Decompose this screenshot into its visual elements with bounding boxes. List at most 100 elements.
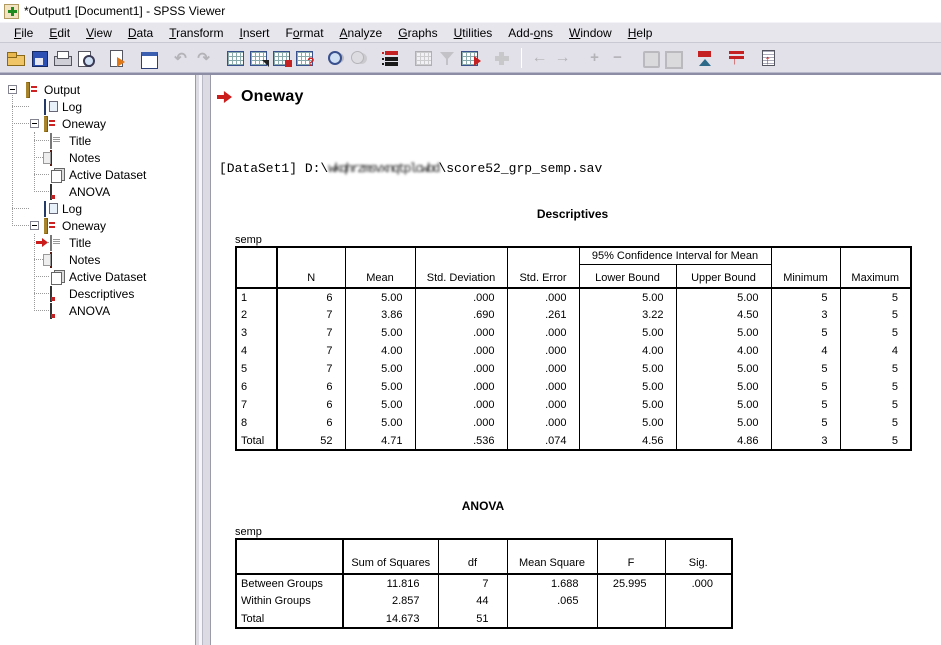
- menu-bar: FileEditViewDataTransformInsertFormatAna…: [0, 22, 941, 43]
- cell-value: 51: [438, 610, 507, 628]
- column-header: Lower Bound: [579, 264, 676, 288]
- outline-item-active-dataset[interactable]: Active Dataset: [0, 166, 195, 183]
- cell-value: 5.00: [676, 324, 771, 342]
- menu-insert[interactable]: Insert: [231, 24, 277, 42]
- goto-case-button[interactable]: [270, 47, 293, 69]
- menu-window[interactable]: Window: [561, 24, 620, 42]
- row-label: 7: [236, 396, 277, 414]
- outline-item-oneway[interactable]: Oneway: [0, 115, 195, 132]
- menu-view[interactable]: View: [78, 24, 120, 42]
- cell-value: 3: [771, 432, 840, 450]
- table-row: 273.86.690.2613.224.5035: [236, 306, 911, 324]
- cell-value: .000: [415, 288, 507, 306]
- descriptives-table[interactable]: NMeanStd. DeviationStd. Error95% Confide…: [235, 246, 912, 451]
- cell-value: 5.00: [676, 360, 771, 378]
- cell-value: 5: [840, 432, 911, 450]
- demote-button[interactable]: [693, 47, 716, 69]
- goto-data-icon: [249, 49, 269, 67]
- select-last-output-button[interactable]: [380, 47, 403, 69]
- outline-item-oneway[interactable]: Oneway: [0, 217, 195, 234]
- export-output-button[interactable]: [105, 47, 128, 69]
- outline-item-label: Active Dataset: [69, 270, 146, 284]
- menu-transform[interactable]: Transform: [161, 24, 231, 42]
- cell-value: 5.00: [676, 288, 771, 306]
- open-button[interactable]: [4, 47, 27, 69]
- variables-button[interactable]: [293, 47, 316, 69]
- redlines-arrow-icon: [727, 49, 747, 67]
- print-button[interactable]: [50, 47, 73, 69]
- column-header: Mean Square: [507, 539, 597, 574]
- cell-value: 5.00: [345, 288, 415, 306]
- book-icon: [26, 82, 30, 98]
- collapse-expander-icon[interactable]: [8, 85, 17, 94]
- row-label: 8: [236, 414, 277, 432]
- promote-button[interactable]: [725, 47, 748, 69]
- cell-value: .000: [507, 342, 579, 360]
- cell-value: .690: [415, 306, 507, 324]
- dataset-suffix: \score52_grp_semp.sav: [438, 161, 602, 176]
- menu-analyze[interactable]: Analyze: [332, 24, 391, 42]
- collapse-expander-icon[interactable]: [30, 221, 39, 230]
- cell-value: 7: [277, 342, 345, 360]
- recall-dialog-button[interactable]: [137, 47, 160, 69]
- cell-value: 5.00: [345, 396, 415, 414]
- cell-value: 5: [771, 288, 840, 306]
- outline-item-anova[interactable]: ANOVA: [0, 302, 195, 319]
- cell-value: [665, 592, 732, 610]
- anova-table[interactable]: Sum of SquaresdfMean SquareFSig.Between …: [235, 538, 733, 629]
- plus-cross-icon: [492, 49, 512, 67]
- outline-item-descriptives[interactable]: Descriptives: [0, 285, 195, 302]
- menu-file[interactable]: File: [6, 24, 41, 42]
- toolbar-separator: [521, 48, 522, 68]
- goto-data-button[interactable]: [247, 47, 270, 69]
- cell-value: 5: [771, 396, 840, 414]
- collapse-expander-icon[interactable]: [30, 119, 39, 128]
- cell-value: .065: [507, 592, 597, 610]
- undo-arrow-icon: [171, 49, 191, 67]
- column-header: Std. Deviation: [415, 247, 507, 288]
- menu-data[interactable]: Data: [120, 24, 161, 42]
- cell-value: 7: [277, 360, 345, 378]
- outline-item-title[interactable]: Title: [0, 234, 195, 251]
- dataset-path-line[interactable]: [DataSet1] D:\wkqhrzmsvxnqtplcwbd\score5…: [219, 161, 602, 176]
- print-preview-button[interactable]: [73, 47, 96, 69]
- outline-item-active-dataset[interactable]: Active Dataset: [0, 268, 195, 285]
- column-header: Minimum: [771, 247, 840, 288]
- goto-table-button[interactable]: [224, 47, 247, 69]
- cell-value: 5: [771, 360, 840, 378]
- menu-edit[interactable]: Edit: [41, 24, 78, 42]
- cell-value: 11.816: [343, 574, 438, 592]
- descriptives-block: Descriptives semp NMeanStd. DeviationStd…: [235, 207, 910, 451]
- table-icon: [50, 303, 52, 319]
- redo-button: [192, 47, 215, 69]
- pane-splitter[interactable]: [196, 75, 211, 645]
- menu-help[interactable]: Help: [620, 24, 661, 42]
- outline-item-notes[interactable]: Notes: [0, 251, 195, 268]
- menu-add-ons[interactable]: Add-ons: [500, 24, 561, 42]
- current-item-arrow-icon: [217, 91, 232, 103]
- oneway-heading[interactable]: Oneway: [217, 88, 304, 106]
- outline-item-label: Log: [62, 100, 82, 114]
- menu-format[interactable]: Format: [278, 24, 332, 42]
- cell-value: 4.56: [579, 432, 676, 450]
- outline-size-button[interactable]: [757, 47, 780, 69]
- log-icon: [44, 201, 46, 217]
- table-row: 865.00.000.0005.005.0055: [236, 414, 911, 432]
- outline-item-anova[interactable]: ANOVA: [0, 183, 195, 200]
- cell-value: 5: [840, 288, 911, 306]
- menu-utilities[interactable]: Utilities: [446, 24, 501, 42]
- outline-item-label: Oneway: [62, 219, 106, 233]
- outline-item-notes[interactable]: Notes: [0, 149, 195, 166]
- previous-item-button: [528, 47, 551, 69]
- row-label: Within Groups: [236, 592, 343, 610]
- cell-value: 5.00: [676, 396, 771, 414]
- save-button[interactable]: [27, 47, 50, 69]
- outline-item-log[interactable]: Log: [0, 98, 195, 115]
- outline-item-output[interactable]: Output: [0, 81, 195, 98]
- find-button[interactable]: [325, 47, 348, 69]
- square-icon: [640, 49, 660, 67]
- outline-item-title[interactable]: Title: [0, 132, 195, 149]
- insert-chart-button[interactable]: [458, 47, 481, 69]
- outline-item-log[interactable]: Log: [0, 200, 195, 217]
- menu-graphs[interactable]: Graphs: [390, 24, 445, 42]
